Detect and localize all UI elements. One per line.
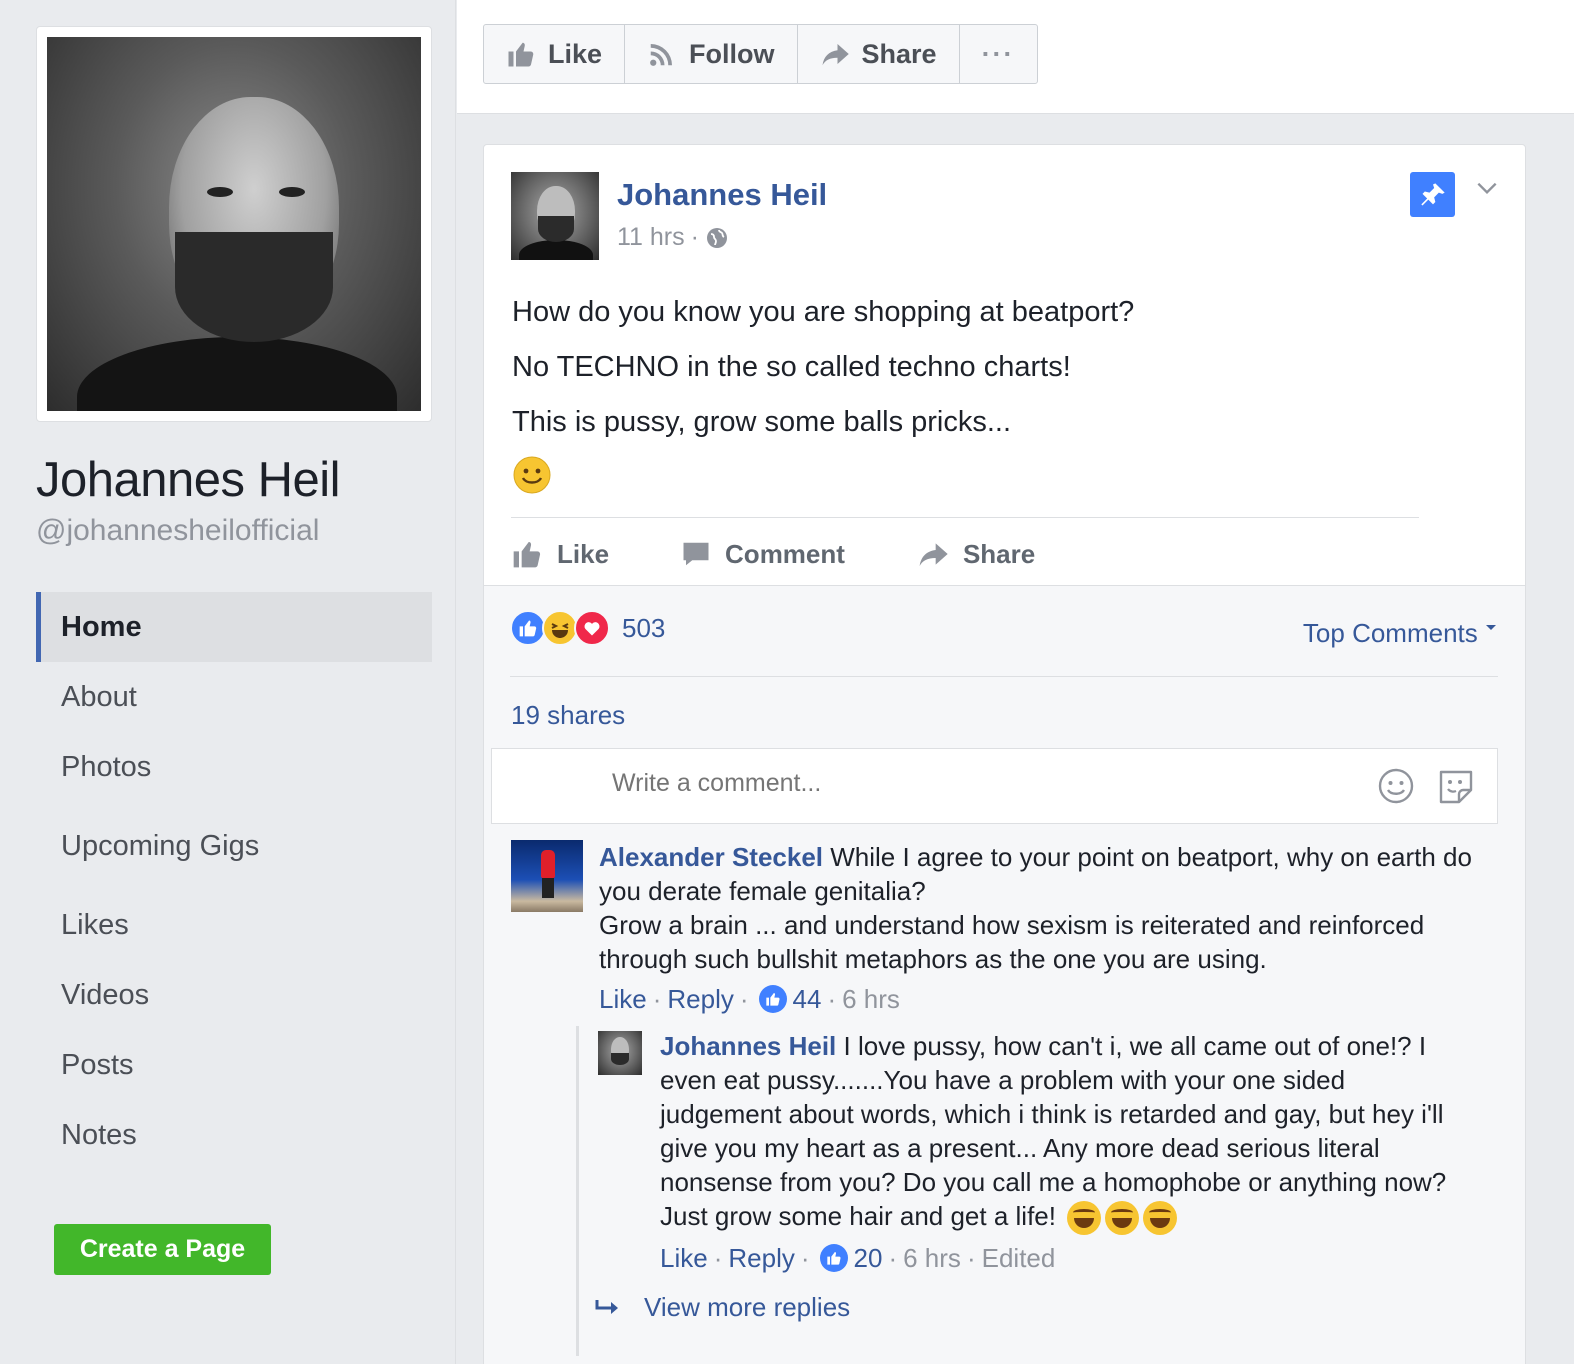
comment-author[interactable]: Johannes Heil <box>660 1031 836 1061</box>
comment-composer <box>491 748 1498 824</box>
emoji-picker-icon[interactable] <box>1376 766 1416 806</box>
caret-down-icon <box>1486 625 1496 630</box>
share-arrow-icon <box>919 543 948 566</box>
laughing-emoji-icon <box>1067 1201 1102 1236</box>
love-reaction-icon <box>574 610 610 646</box>
post-like-label: Like <box>557 538 610 569</box>
laughing-emoji-icon <box>1105 1201 1140 1236</box>
nav-item-upcoming-gigs[interactable]: Upcoming Gigs <box>36 802 296 890</box>
commenter-avatar[interactable] <box>511 840 583 912</box>
divider <box>511 517 1419 518</box>
laughing-emoji-icon <box>1143 1201 1178 1236</box>
page-handle[interactable]: @johannesheilofficial <box>36 514 319 548</box>
post-card: Johannes Heil 11 hrs · How do you know y… <box>483 144 1526 1364</box>
comment-meta: Like · Reply · 20 · 6 hrs · Edited <box>660 1241 1056 1275</box>
page-action-bar: Like Follow Share ··· <box>457 0 1574 114</box>
shares-count[interactable]: 19 shares <box>511 700 625 731</box>
meta-separator: · <box>690 223 699 251</box>
reaction-count[interactable]: 503 <box>622 613 665 644</box>
page-follow-button[interactable]: Follow <box>625 25 798 83</box>
nav-item-videos[interactable]: Videos <box>36 960 432 1030</box>
like-reaction-icon <box>510 610 546 646</box>
comment: Alexander Steckel While I agree to your … <box>599 840 1479 1016</box>
reply-comment: Johannes Heil I love pussy, how can't i,… <box>660 1029 1460 1275</box>
comment-reply-link[interactable]: Reply <box>728 1241 794 1275</box>
post-like-button[interactable]: Like <box>511 529 609 579</box>
top-comments-label: Top Comments <box>1302 618 1478 648</box>
edited-label[interactable]: Edited <box>982 1241 1056 1275</box>
profile-picture[interactable] <box>47 37 421 411</box>
smiley-emoji-icon <box>513 456 551 494</box>
view-more-replies-label: View more replies <box>644 1292 851 1322</box>
nav-item-notes[interactable]: Notes <box>36 1100 432 1170</box>
post-feedback: 503 Top Comments 19 shares Alexander Ste… <box>484 585 1525 1364</box>
post-comment-button[interactable]: Comment <box>681 529 845 579</box>
post-line: No TECHNO in the so called techno charts… <box>512 351 1071 383</box>
page-like-button[interactable]: Like <box>484 25 626 83</box>
like-reaction-icon <box>819 1244 848 1273</box>
comment-reply-link[interactable]: Reply <box>667 982 733 1016</box>
comment-bubble-icon <box>683 542 709 566</box>
page-like-label: Like <box>548 38 603 69</box>
reply-arrow-icon <box>595 1299 618 1314</box>
chevron-down-icon[interactable] <box>1474 175 1500 201</box>
comment-meta: Like · Reply · 44 · 6 hrs <box>599 982 900 1016</box>
page-share-label: Share <box>861 38 937 69</box>
comment-author[interactable]: Alexander Steckel <box>599 842 823 872</box>
divider <box>510 676 1498 677</box>
page-more-button[interactable]: ··· <box>960 25 1037 83</box>
post-actions: Like Comment Share <box>511 529 1035 579</box>
pinned-post-button[interactable] <box>1410 172 1455 217</box>
rss-follow-icon <box>650 44 673 66</box>
create-page-button[interactable]: Create a Page <box>54 1224 271 1275</box>
post-line: How do you know you are shopping at beat… <box>512 296 1135 328</box>
comment-like-link[interactable]: Like <box>660 1241 708 1275</box>
reply-author-avatar[interactable] <box>598 1031 642 1075</box>
post-share-button[interactable]: Share <box>917 529 1035 579</box>
post-body: How do you know you are shopping at beat… <box>512 285 1134 450</box>
share-arrow-icon <box>822 44 849 66</box>
reactions-summary[interactable]: 503 <box>510 610 665 646</box>
post-time[interactable]: 11 hrs <box>617 223 685 252</box>
post-line: This is pussy, grow some balls pricks... <box>512 406 1012 438</box>
comment-time[interactable]: 6 hrs <box>842 982 900 1016</box>
more-dots-icon: ··· <box>981 38 1015 69</box>
like-reaction-icon <box>758 985 787 1013</box>
profile-picture-frame[interactable] <box>36 26 432 422</box>
page-follow-label: Follow <box>689 38 775 69</box>
globe-icon[interactable] <box>705 226 729 250</box>
page-nav: Home About Photos Upcoming Gigs Likes Vi… <box>36 592 432 1170</box>
pin-icon <box>1420 182 1445 205</box>
comment-like-count[interactable]: 44 <box>793 982 822 1016</box>
nav-item-posts[interactable]: Posts <box>36 1030 432 1100</box>
nav-item-photos[interactable]: Photos <box>36 732 432 802</box>
post-share-label: Share <box>962 538 1036 569</box>
nav-item-home[interactable]: Home <box>36 592 432 662</box>
post-author-avatar[interactable] <box>511 172 599 260</box>
comment-text: Grow a brain ... and understand how sexi… <box>599 910 1425 974</box>
post-meta: 11 hrs · <box>617 223 729 252</box>
nav-item-likes[interactable]: Likes <box>36 890 432 960</box>
page-title[interactable]: Johannes Heil <box>36 452 341 508</box>
view-more-replies-link[interactable]: View more replies <box>594 1292 850 1323</box>
left-sidebar: Johannes Heil @johannesheilofficial Home… <box>0 0 456 1364</box>
page-action-group: Like Follow Share ··· <box>483 24 1038 84</box>
comment-like-count[interactable]: 20 <box>854 1241 883 1275</box>
post-author-name[interactable]: Johannes Heil <box>617 177 827 213</box>
top-comments-dropdown[interactable]: Top Comments <box>1303 618 1497 649</box>
comment-text: I love pussy, how can't i, we all came o… <box>660 1031 1447 1231</box>
page-share-button[interactable]: Share <box>798 25 960 83</box>
thumbs-up-icon <box>513 542 541 568</box>
comment-like-link[interactable]: Like <box>599 982 647 1016</box>
post-comment-label: Comment <box>725 538 845 569</box>
comment-time[interactable]: 6 hrs <box>903 1241 961 1275</box>
reply-thread-line <box>576 1026 579 1356</box>
thumbs-up-icon <box>508 42 534 67</box>
nav-item-about[interactable]: About <box>36 662 432 732</box>
sticker-icon[interactable] <box>1436 766 1476 806</box>
comment-input[interactable] <box>612 769 1312 798</box>
haha-reaction-icon <box>542 610 578 646</box>
